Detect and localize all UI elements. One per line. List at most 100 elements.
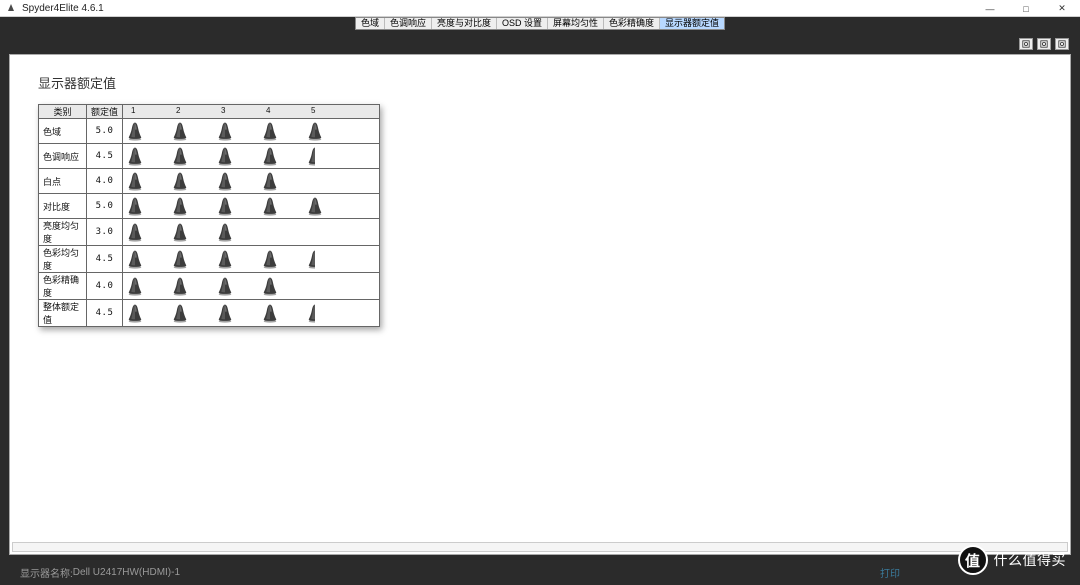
spyder-rating-icon	[125, 120, 145, 142]
spyder-rating-icon	[215, 195, 235, 217]
close-button[interactable]: ✕	[1044, 0, 1080, 17]
table-row: 对比度5.0	[39, 194, 380, 219]
spyder-rating-icon	[125, 275, 145, 297]
cell-value: 4.5	[87, 300, 123, 327]
cell-rating-icons	[123, 169, 380, 194]
page-title: 显示器额定值	[38, 73, 1070, 92]
cell-value: 4.0	[87, 273, 123, 300]
tab-0[interactable]: 色域	[356, 18, 385, 29]
cell-category: 白点	[39, 169, 87, 194]
col-rating-scale: 12345	[123, 105, 380, 119]
tabs-row: 色域色调响应亮度与对比度OSD 设置屏幕均匀性色彩精确度显示器额定值	[0, 17, 1080, 32]
cell-value: 4.5	[87, 246, 123, 273]
spyder-rating-icon	[215, 248, 235, 270]
tab-3[interactable]: OSD 设置	[497, 18, 548, 29]
cell-value: 4.0	[87, 169, 123, 194]
table-row: 色调响应4.5	[39, 144, 380, 169]
app-frame: 色域色调响应亮度与对比度OSD 设置屏幕均匀性色彩精确度显示器额定值 显示器额定…	[0, 17, 1080, 585]
tab-6[interactable]: 显示器额定值	[660, 18, 724, 29]
spyder-rating-icon	[260, 145, 280, 167]
spyder-rating-icon	[215, 275, 235, 297]
spyder-rating-icon	[170, 145, 190, 167]
status-bar: 显示器名称: Dell U2417HW(HDMI)-1 打印	[0, 559, 1080, 585]
spyder-rating-icon	[215, 145, 235, 167]
table-row: 白点4.0	[39, 169, 380, 194]
spyder-rating-icon	[260, 170, 280, 192]
report-page: 显示器额定值 类别额定值12345 色域5.0 色调响应4.5	[9, 54, 1071, 555]
window-controls: — □ ✕	[972, 0, 1080, 17]
cell-category: 对比度	[39, 194, 87, 219]
app-icon	[4, 1, 18, 15]
print-link[interactable]: 打印	[880, 565, 900, 580]
spyder-rating-icon	[215, 170, 235, 192]
table-row: 亮度均匀度3.0	[39, 219, 380, 246]
tab-4[interactable]: 屏幕均匀性	[548, 18, 604, 29]
watermark-text: 什么值得买	[994, 550, 1067, 570]
cell-rating-icons	[123, 273, 380, 300]
window-titlebar: Spyder4Elite 4.6.1 — □ ✕	[0, 0, 1080, 17]
spyder-rating-icon	[170, 302, 190, 324]
toolbar-right	[9, 38, 1071, 52]
spyder-rating-icon	[305, 195, 325, 217]
cell-rating-icons	[123, 144, 380, 169]
spyder-rating-icon	[305, 120, 325, 142]
cell-category: 整体额定值	[39, 300, 87, 327]
spyder-rating-icon	[260, 120, 280, 142]
col-category: 类别	[39, 105, 87, 119]
minimize-button[interactable]: —	[972, 0, 1008, 17]
table-row: 色彩均匀度4.5	[39, 246, 380, 273]
spyder-rating-icon	[170, 221, 190, 243]
spyder-rating-icon	[215, 302, 235, 324]
spyder-rating-icon	[125, 221, 145, 243]
rating-table: 类别额定值12345 色域5.0 色调响应4.5 白点4.0	[38, 104, 380, 327]
tool-a-icon[interactable]	[1019, 38, 1033, 50]
status-monitor-name: Dell U2417HW(HDMI)-1	[73, 567, 180, 578]
window-title: Spyder4Elite 4.6.1	[22, 3, 104, 14]
spyder-rating-icon	[170, 248, 190, 270]
status-label: 显示器名称:	[20, 565, 73, 580]
cell-category: 色彩均匀度	[39, 246, 87, 273]
spyder-rating-icon	[260, 275, 280, 297]
spyder-rating-icon	[170, 195, 190, 217]
cell-value: 3.0	[87, 219, 123, 246]
cell-category: 色彩精确度	[39, 273, 87, 300]
spyder-rating-icon	[260, 248, 280, 270]
cell-rating-icons	[123, 246, 380, 273]
watermark-logo-icon: 值	[958, 545, 988, 575]
spyder-rating-icon	[125, 248, 145, 270]
cell-value: 4.5	[87, 144, 123, 169]
col-value: 额定值	[87, 105, 123, 119]
tool-b-icon[interactable]	[1037, 38, 1051, 50]
cell-category: 色调响应	[39, 144, 87, 169]
cell-category: 色域	[39, 119, 87, 144]
cell-value: 5.0	[87, 194, 123, 219]
spyder-rating-icon	[215, 120, 235, 142]
spyder-rating-icon	[125, 195, 145, 217]
spyder-rating-icon	[305, 145, 325, 167]
spyder-rating-icon	[125, 302, 145, 324]
spyder-rating-icon	[260, 302, 280, 324]
spyder-rating-icon	[170, 120, 190, 142]
spyder-rating-icon	[215, 221, 235, 243]
table-row: 整体额定值4.5	[39, 300, 380, 327]
tab-1[interactable]: 色调响应	[385, 18, 432, 29]
spyder-rating-icon	[125, 145, 145, 167]
tab-5[interactable]: 色彩精确度	[604, 18, 660, 29]
tab-2[interactable]: 亮度与对比度	[432, 18, 497, 29]
content-wrap: 显示器额定值 类别额定值12345 色域5.0 色调响应4.5	[0, 32, 1080, 559]
tool-c-icon[interactable]	[1055, 38, 1069, 50]
spyder-rating-icon	[170, 170, 190, 192]
maximize-button[interactable]: □	[1008, 0, 1044, 17]
cell-rating-icons	[123, 194, 380, 219]
spyder-rating-icon	[305, 248, 325, 270]
table-row: 色域5.0	[39, 119, 380, 144]
spyder-rating-icon	[305, 302, 325, 324]
spyder-rating-icon	[170, 275, 190, 297]
cell-rating-icons	[123, 300, 380, 327]
spyder-rating-icon	[125, 170, 145, 192]
spyder-rating-icon	[260, 195, 280, 217]
cell-rating-icons	[123, 119, 380, 144]
cell-value: 5.0	[87, 119, 123, 144]
horizontal-scrollbar[interactable]	[12, 542, 1068, 552]
cell-category: 亮度均匀度	[39, 219, 87, 246]
